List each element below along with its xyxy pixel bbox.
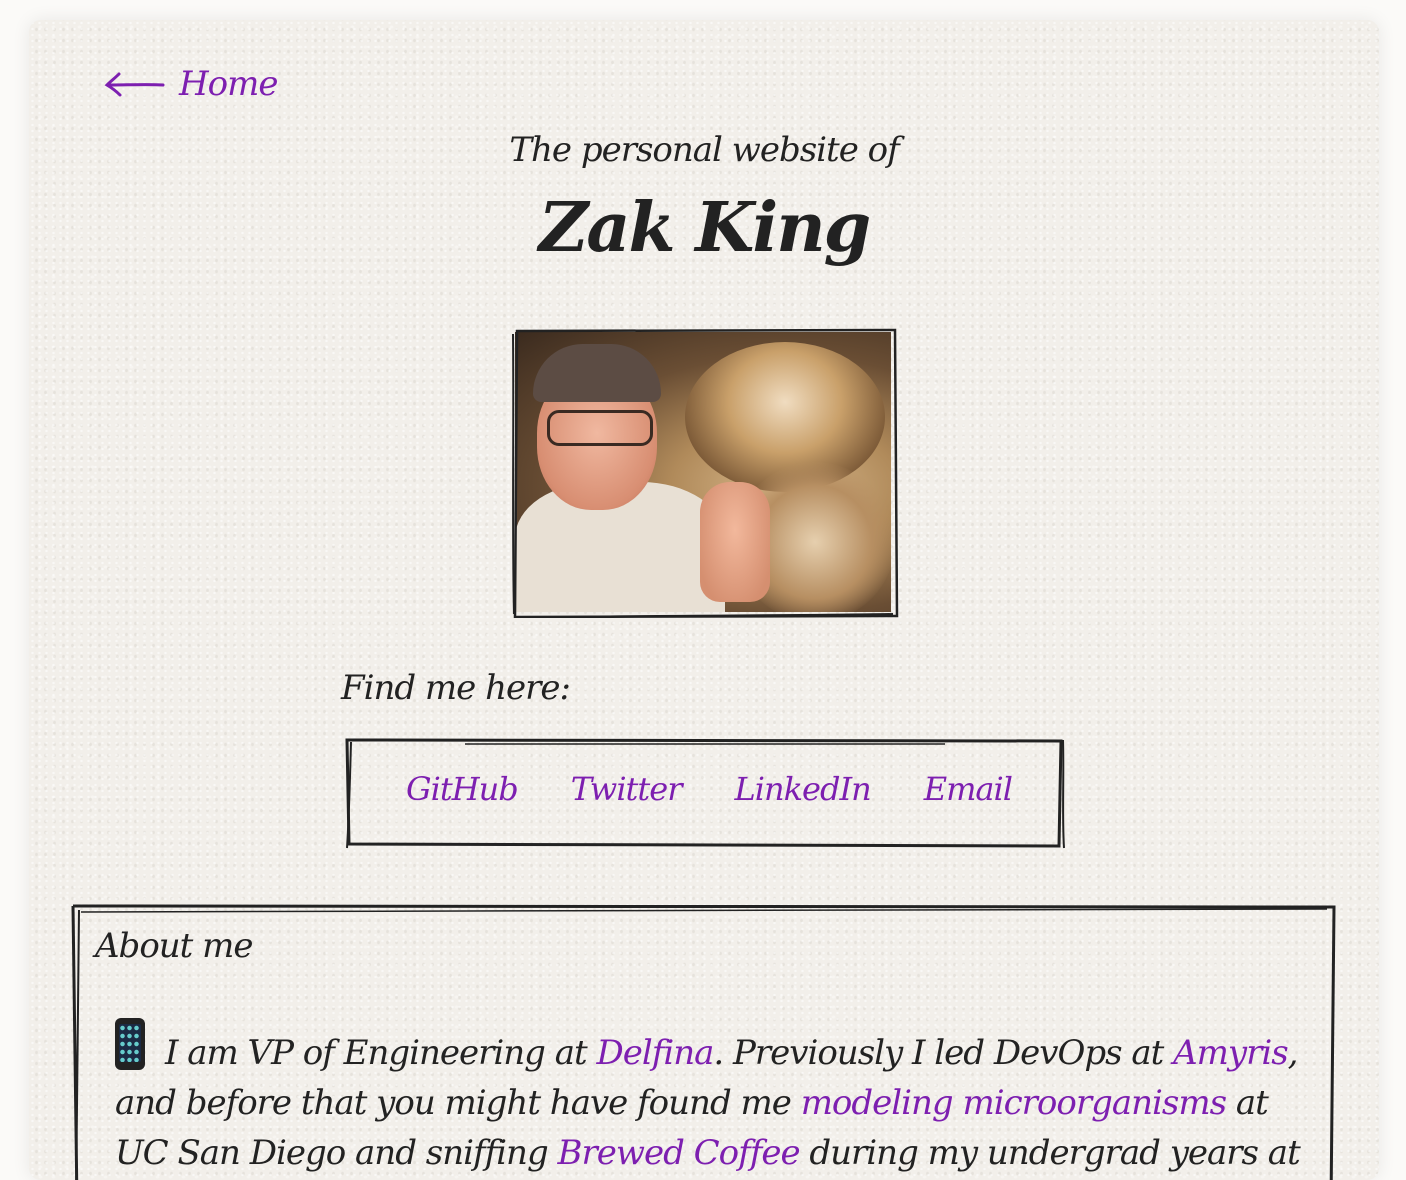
email-link[interactable]: Email xyxy=(924,770,1013,808)
site-subtitle: The personal website of xyxy=(509,130,899,170)
site-owner-name: Zak King xyxy=(538,188,871,268)
find-me-label: Find me here: xyxy=(341,668,571,708)
modeling-microorganisms-link[interactable]: modeling microorganisms xyxy=(801,1083,1227,1123)
delfina-link[interactable]: Delfina xyxy=(597,1033,715,1073)
about-text-segment: . Previously I led DevOps at xyxy=(713,1033,1174,1073)
home-link-label: Home xyxy=(179,64,278,104)
arrow-left-icon xyxy=(104,72,165,97)
profile-photo xyxy=(511,328,899,618)
about-text-segment: I am VP of Engineering at xyxy=(165,1033,597,1073)
page-card: Home The personal website of Zak King Fi… xyxy=(29,20,1379,1180)
home-link[interactable]: Home xyxy=(103,64,278,104)
amyris-link[interactable]: Amyris xyxy=(1173,1033,1289,1073)
social-links-box: GitHub Twitter LinkedIn Email xyxy=(345,738,1065,850)
about-text: I am VP of Engineering at Delfina. Previ… xyxy=(115,1018,1315,1180)
twitter-link[interactable]: Twitter xyxy=(571,770,683,808)
github-link[interactable]: GitHub xyxy=(406,770,519,808)
linkedin-link[interactable]: LinkedIn xyxy=(735,770,872,808)
brewed-coffee-link[interactable]: Brewed Coffee xyxy=(558,1133,801,1173)
about-title: About me xyxy=(95,926,254,966)
profile-photo-image xyxy=(515,332,891,612)
about-section: About me I am VP of Engineering at Delfi… xyxy=(71,904,1337,1180)
mobile-phone-icon xyxy=(115,1018,145,1070)
